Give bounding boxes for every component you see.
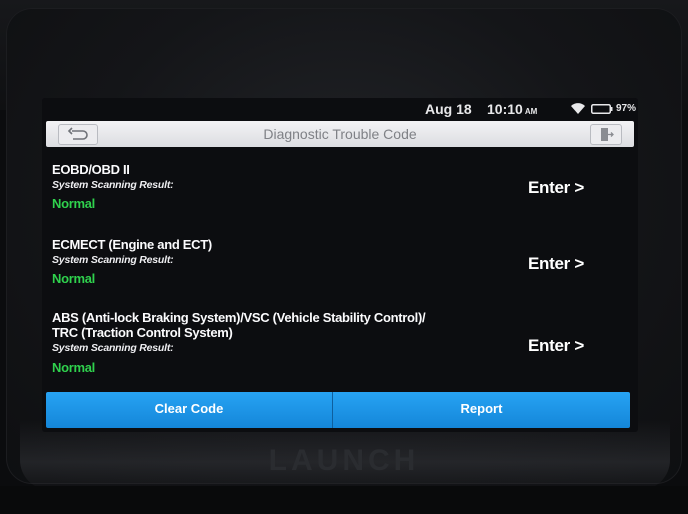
system-scan-label: System Scanning Result: [52, 179, 174, 191]
system-name: ECMECT (Engine and ECT) [52, 237, 212, 252]
status-bar: Aug 18 10:10 AM 97% [42, 98, 638, 120]
system-status: Normal [52, 360, 95, 375]
enter-button[interactable]: Enter > [528, 254, 584, 274]
clear-code-button[interactable]: Clear Code [46, 392, 332, 428]
background-bottom [0, 486, 688, 514]
enter-button[interactable]: Enter > [528, 178, 584, 198]
system-status: Normal [52, 196, 95, 211]
device-screen: Aug 18 10:10 AM 97% Diagnostic Trouble Co… [42, 98, 638, 432]
title-bar: Diagnostic Trouble Code [46, 121, 634, 147]
system-scan-label: System Scanning Result: [52, 254, 174, 266]
device-brand-logo: LAUNCH [268, 444, 420, 477]
status-ampm: AM [524, 107, 538, 116]
system-scan-label: System Scanning Result: [52, 342, 174, 354]
status-time-value: 10:10 [487, 101, 523, 117]
battery-percent: 97% [616, 103, 637, 114]
system-status: Normal [52, 271, 95, 286]
wifi-icon [571, 103, 585, 114]
system-name: EOBD/OBD II [52, 162, 130, 177]
status-time: 10:10 AM [487, 101, 537, 117]
report-button[interactable]: Report [333, 392, 630, 428]
exit-button[interactable] [590, 124, 622, 145]
battery-icon [591, 104, 613, 114]
system-name-line1: ABS (Anti-lock Braking System)/VSC (Vehi… [52, 310, 426, 325]
exit-door-icon [601, 128, 614, 141]
system-name-line2: TRC (Traction Control System) [52, 325, 233, 340]
enter-button[interactable]: Enter > [528, 336, 584, 356]
action-bar: Clear Code Report [46, 392, 630, 428]
status-date: Aug 18 [425, 101, 472, 117]
page-title: Diagnostic Trouble Code [263, 126, 417, 142]
